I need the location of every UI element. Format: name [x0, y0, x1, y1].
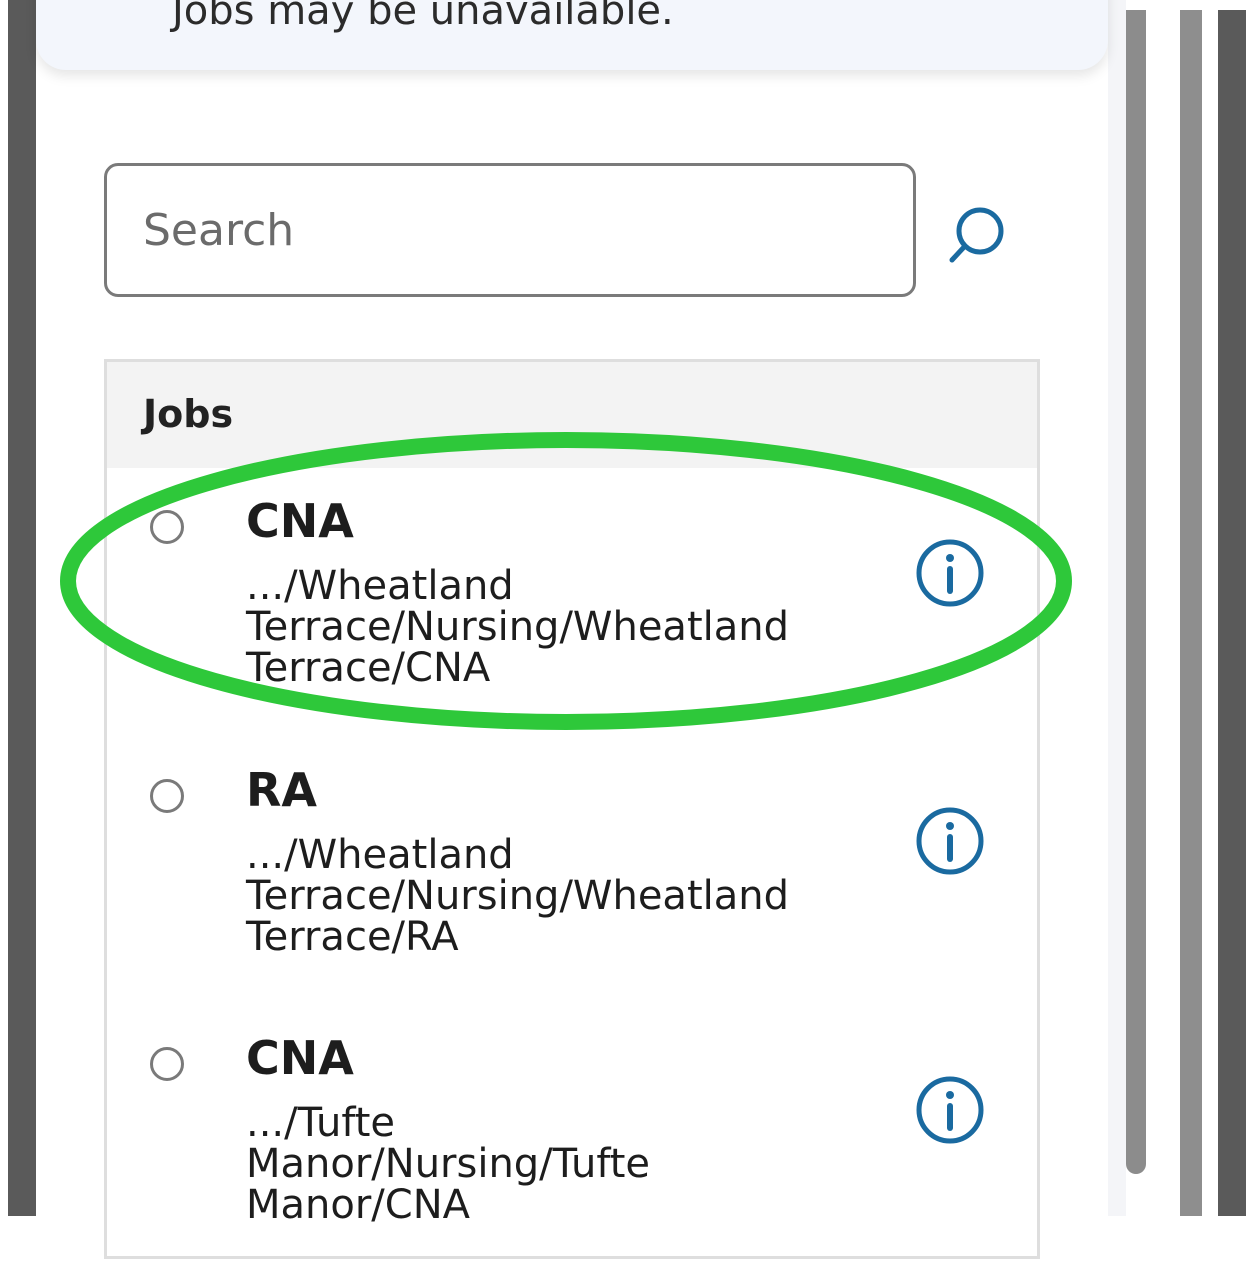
scrollbar[interactable]: [1126, 10, 1146, 1174]
job-path-line: Terrace/RA: [246, 914, 459, 960]
info-button[interactable]: [914, 537, 986, 609]
job-radio[interactable]: [150, 510, 184, 544]
jobs-header: Jobs: [107, 362, 1037, 468]
job-path-line: Manor/CNA: [246, 1182, 470, 1228]
job-title: CNA: [246, 1031, 354, 1085]
notice-text: Jobs may be unavailable.: [172, 0, 674, 34]
job-radio[interactable]: [150, 1047, 184, 1081]
jobs-title: Jobs: [143, 392, 234, 436]
job-radio[interactable]: [150, 779, 184, 813]
job-path-line: Terrace/CNA: [246, 645, 491, 691]
right-border: [1218, 10, 1246, 1216]
info-button[interactable]: [914, 805, 986, 877]
screen-edge: [0, 0, 8, 1216]
info-icon: [916, 807, 984, 875]
job-path-line: .../Wheatland: [246, 832, 514, 878]
job-path-line: Terrace/Nursing/Wheatland: [246, 604, 789, 650]
background-stripe: [1180, 10, 1202, 1216]
job-row-cna-wheatland[interactable]: CNA .../Wheatland Terrace/Nursing/Wheatl…: [104, 490, 1040, 750]
job-title: RA: [246, 763, 318, 817]
panel-gap: [1108, 0, 1126, 1216]
info-icon: [916, 539, 984, 607]
search-icon: [949, 207, 1004, 263]
left-border: [8, 0, 36, 1216]
job-row-cna-tufte[interactable]: CNA .../Tufte Manor/Nursing/Tufte Manor/…: [104, 1027, 1040, 1287]
job-path: .../Tufte Manor/Nursing/Tufte Manor/CNA: [246, 1103, 846, 1226]
info-button[interactable]: [914, 1074, 986, 1146]
job-path-line: Terrace/Nursing/Wheatland: [246, 873, 789, 919]
job-row-ra-wheatland[interactable]: RA .../Wheatland Terrace/Nursing/Wheatla…: [104, 759, 1040, 1019]
job-path: .../Wheatland Terrace/Nursing/Wheatland …: [246, 835, 846, 958]
job-path: .../Wheatland Terrace/Nursing/Wheatland …: [246, 566, 846, 689]
info-icon: [916, 1076, 984, 1144]
job-path-line: .../Tufte: [246, 1100, 396, 1146]
job-path-line: Manor/Nursing/Tufte: [246, 1141, 651, 1187]
job-path-line: .../Wheatland: [246, 563, 514, 609]
search-button[interactable]: [944, 202, 1010, 268]
search-input[interactable]: [104, 163, 916, 297]
availability-notice: Jobs may be unavailable.: [36, 0, 1108, 70]
job-title: CNA: [246, 494, 354, 548]
